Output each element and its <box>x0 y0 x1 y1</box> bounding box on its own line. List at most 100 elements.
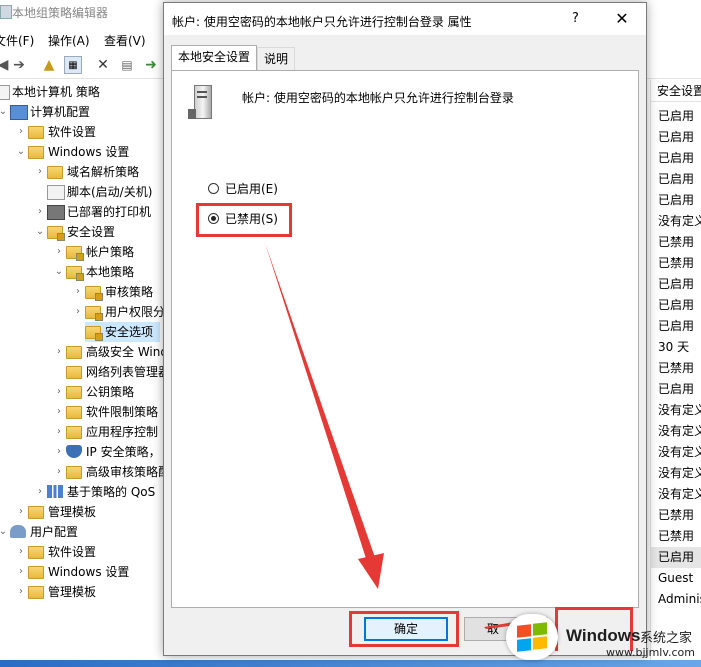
setting-value-cell[interactable]: Guest <box>651 568 701 589</box>
setting-value-cell[interactable]: 已启用 <box>651 274 701 295</box>
setting-value-cell[interactable]: 已禁用 <box>651 358 701 379</box>
secure-folder-icon <box>85 286 103 301</box>
collapse-arrow-icon[interactable]: ⌄ <box>54 262 64 282</box>
help-button[interactable]: ? <box>572 11 579 26</box>
setting-value-cell[interactable]: 已启用 <box>651 379 701 400</box>
folder-icon <box>66 426 82 439</box>
gpedit-app-icon <box>0 5 12 19</box>
setting-value-cell[interactable]: 没有定义 <box>651 484 701 505</box>
export-list-icon[interactable]: ➜ <box>142 56 160 74</box>
expand-arrow-icon[interactable]: › <box>35 482 45 502</box>
expand-arrow-icon[interactable]: › <box>54 462 64 482</box>
policy-doc-icon <box>0 85 10 100</box>
setting-value-cell[interactable]: 已禁用 <box>651 526 701 547</box>
tab-local-security-setting[interactable]: 本地安全设置 <box>171 45 258 70</box>
ipsec-shield-icon <box>66 445 82 458</box>
user-icon <box>10 525 26 538</box>
tab-panel: 帐户: 使用空密码的本地帐户只允许进行控制台登录 已启用(E) 已禁用(S) <box>171 70 639 608</box>
collapse-arrow-icon[interactable]: ⌄ <box>0 102 8 122</box>
folder-icon <box>66 466 82 479</box>
window-title: 本地组策略编辑器 <box>12 6 109 20</box>
setting-value-cell[interactable]: 已启用 <box>651 295 701 316</box>
console-tree: 本地计算机 策略 ⌄ 计算机配置 › 软件设置 ⌄ Windows 设置 › 域… <box>0 80 170 667</box>
setting-value-cell[interactable]: 已启用 <box>651 190 701 211</box>
secure-folder-icon <box>85 306 103 321</box>
ok-button[interactable]: 确定 <box>364 617 448 641</box>
dialog-title: 帐户: 使用空密码的本地帐户只允许进行控制台登录 属性 <box>172 15 472 29</box>
folder-icon <box>28 546 44 559</box>
setting-value-cell[interactable]: 没有定义 <box>651 421 701 442</box>
expand-arrow-icon[interactable]: › <box>16 122 26 142</box>
setting-value-cell[interactable]: 没有定义 <box>651 400 701 421</box>
dialog-title-bar: 帐户: 使用空密码的本地帐户只允许进行控制台登录 属性 ? ✕ <box>164 3 646 35</box>
setting-value-cell[interactable]: 已启用 <box>651 106 701 127</box>
properties-icon[interactable]: ▤ <box>118 56 136 74</box>
menu-view[interactable]: 查看(V) <box>104 32 146 49</box>
tab-explain[interactable]: 说明 <box>257 47 296 70</box>
setting-value-cell[interactable]: 没有定义 <box>651 442 701 463</box>
computer-icon <box>10 105 28 120</box>
expand-arrow-icon[interactable]: › <box>16 542 26 562</box>
site-watermark: Windows 系统之家 www.bjjmlv.com <box>500 608 701 660</box>
folder-icon <box>28 146 44 159</box>
watermark-url: www.bjjmlv.com <box>606 646 695 659</box>
menu-file[interactable]: 文件(F) <box>0 32 34 49</box>
expand-arrow-icon[interactable]: › <box>54 402 64 422</box>
expand-arrow-icon[interactable]: › <box>54 422 64 442</box>
watermark-brand: Windows <box>566 626 641 645</box>
collapse-arrow-icon[interactable]: ⌄ <box>16 142 26 162</box>
folder-icon <box>28 566 44 579</box>
setting-value-cell[interactable]: 已启用 <box>651 547 701 568</box>
annotation-arrow <box>265 243 384 589</box>
properties-dialog: 帐户: 使用空密码的本地帐户只允许进行控制台登录 属性 ? ✕ 本地安全设置 说… <box>163 2 647 656</box>
folder-icon <box>28 506 44 519</box>
forward-arrow-icon[interactable]: ➔ <box>10 56 28 74</box>
setting-value-cell[interactable]: 30 天 <box>651 337 701 358</box>
folder-icon <box>66 346 82 359</box>
secure-folder-icon <box>66 246 84 261</box>
expand-arrow-icon[interactable]: › <box>35 202 45 222</box>
folder-icon <box>28 126 44 139</box>
close-icon[interactable]: ✕ <box>610 9 634 29</box>
script-icon <box>47 185 65 200</box>
setting-value-cell[interactable]: Adminis <box>651 589 701 610</box>
column-header-security-setting[interactable]: 安全设置 <box>651 80 701 102</box>
menu-action[interactable]: 操作(A) <box>48 32 90 49</box>
qos-chart-icon <box>47 485 63 498</box>
setting-value-cell[interactable]: 没有定义 <box>651 211 701 232</box>
setting-value-cell[interactable]: 已启用 <box>651 169 701 190</box>
expand-arrow-icon[interactable]: › <box>35 162 45 182</box>
collapse-arrow-icon[interactable]: ⌄ <box>35 222 45 242</box>
expand-arrow-icon[interactable]: › <box>16 582 26 602</box>
up-folder-icon[interactable]: ▲ <box>40 56 58 74</box>
expand-arrow-icon[interactable]: › <box>54 382 64 402</box>
setting-value-cell[interactable]: 已启用 <box>651 127 701 148</box>
tree-node-security-options[interactable]: 安全选项 <box>85 322 160 342</box>
setting-value-cell[interactable]: 已禁用 <box>651 505 701 526</box>
expand-arrow-icon[interactable]: › <box>73 282 83 302</box>
collapse-arrow-icon[interactable]: ⌄ <box>0 522 8 542</box>
show-hide-tree-icon[interactable]: ▦ <box>64 56 82 74</box>
setting-value-cell[interactable]: 没有定义 <box>651 463 701 484</box>
expand-arrow-icon[interactable]: › <box>54 242 64 262</box>
expand-arrow-icon[interactable]: › <box>16 562 26 582</box>
security-setting-column: 安全设置 已启用已启用已启用已启用已启用没有定义已禁用已禁用已启用已启用已启用3… <box>650 80 701 667</box>
setting-value-cell[interactable]: 已禁用 <box>651 232 701 253</box>
secure-folder-icon <box>66 266 84 281</box>
folder-icon <box>28 586 44 599</box>
expand-arrow-icon[interactable]: › <box>54 342 64 362</box>
windows-logo-icon <box>506 614 558 660</box>
watermark-suffix: 系统之家 <box>640 631 693 646</box>
expand-arrow-icon[interactable]: › <box>16 502 26 522</box>
secure-folder-icon <box>47 226 65 241</box>
folder-icon <box>66 386 82 399</box>
expand-arrow-icon[interactable]: › <box>54 442 64 462</box>
secure-folder-icon <box>85 326 103 341</box>
delete-icon[interactable]: ✕ <box>94 56 112 74</box>
folder-icon <box>66 366 82 379</box>
expand-arrow-icon[interactable]: › <box>73 302 83 322</box>
folder-icon <box>47 166 63 179</box>
setting-value-cell[interactable]: 已启用 <box>651 148 701 169</box>
setting-value-cell[interactable]: 已启用 <box>651 316 701 337</box>
setting-value-cell[interactable]: 已禁用 <box>651 253 701 274</box>
